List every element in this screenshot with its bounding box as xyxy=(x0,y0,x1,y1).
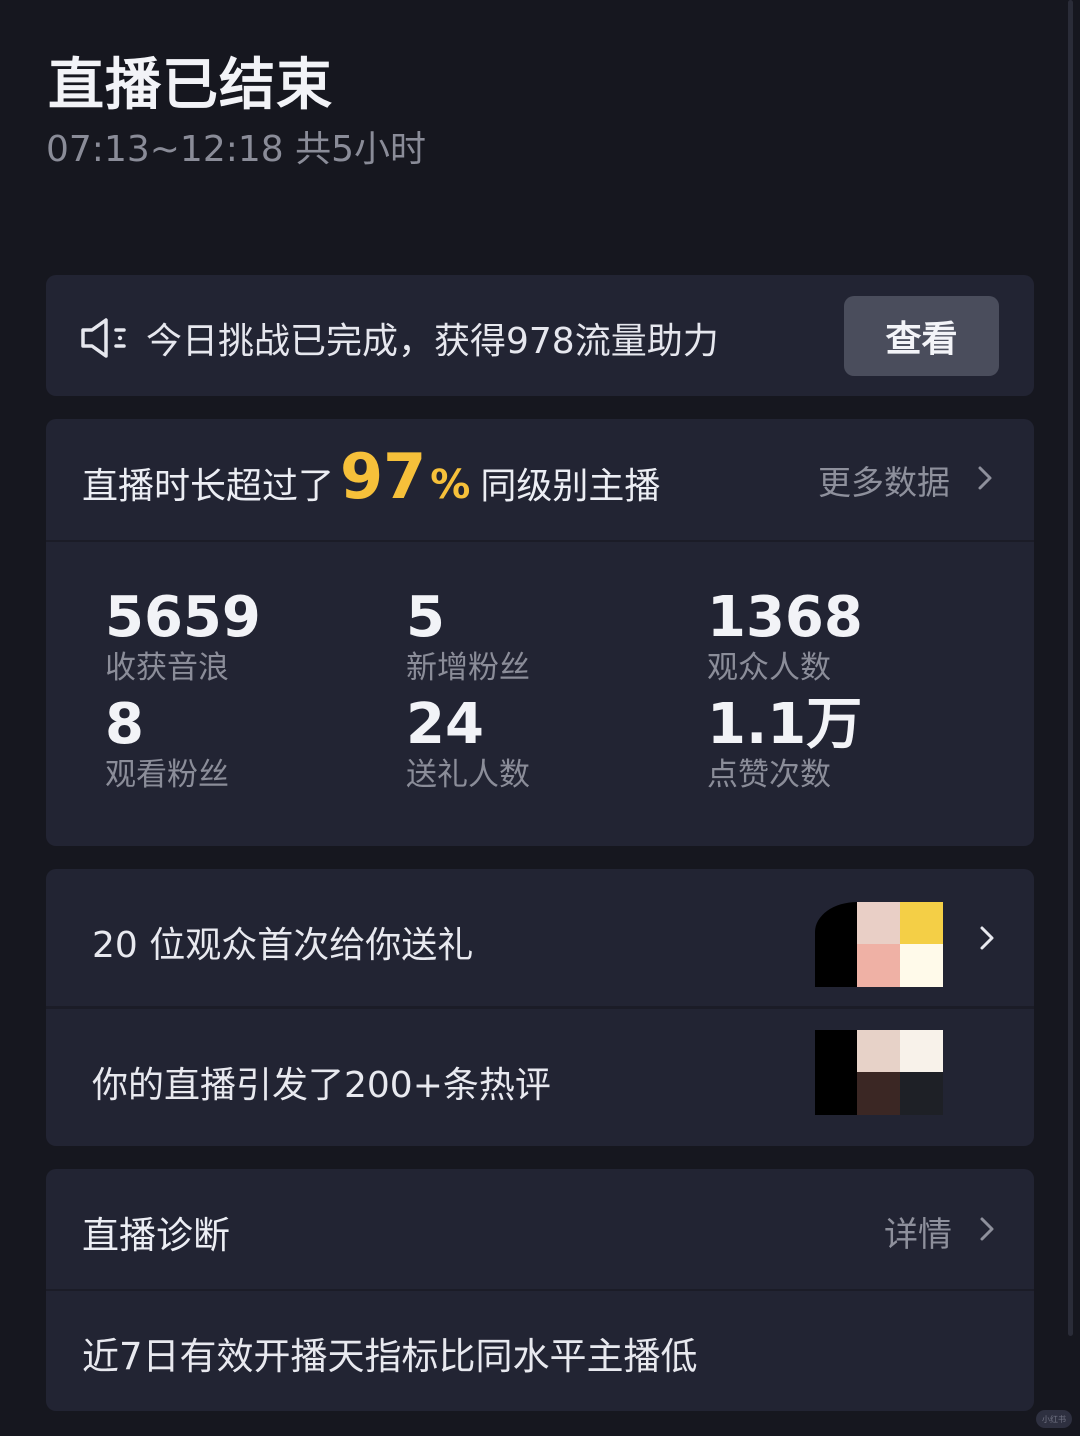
view-button[interactable]: 查看 xyxy=(844,296,999,376)
duration-comparison: 直播时长超过了 97 % 同级别主播 xyxy=(82,440,661,513)
stat-label: 观众人数 xyxy=(707,650,831,686)
live-time-range: 07:13~12:18 共5小时 xyxy=(46,129,427,170)
stat-label: 收获音浪 xyxy=(105,650,229,686)
divider xyxy=(46,1006,1034,1009)
page-title: 直播已结束 xyxy=(48,53,333,118)
stat-value: 8 xyxy=(105,692,144,757)
stat-value: 5 xyxy=(406,585,445,650)
chevron-right-icon[interactable] xyxy=(974,462,996,494)
diagnosis-message: 近7日有效开播天指标比同水平主播低 xyxy=(82,1335,698,1378)
divider xyxy=(46,540,1034,542)
speaker-icon xyxy=(81,318,126,358)
chevron-right-icon[interactable] xyxy=(976,1213,998,1245)
stat-likes: 1.1万 点赞次数 xyxy=(707,695,957,795)
stat-gift-senders: 24 送礼人数 xyxy=(406,695,656,795)
divider xyxy=(46,1289,1034,1291)
stat-label: 点赞次数 xyxy=(707,757,831,793)
stat-follower-views: 8 观看粉丝 xyxy=(105,695,355,795)
stat-value: 5659 xyxy=(105,585,261,650)
details-link[interactable]: 详情 xyxy=(884,1207,952,1256)
stat-new-followers: 5 新增粉丝 xyxy=(406,588,656,688)
scrollbar[interactable] xyxy=(1068,0,1073,1336)
stat-label: 新增粉丝 xyxy=(406,650,530,686)
stat-label: 送礼人数 xyxy=(406,757,530,793)
comparison-suffix: 同级别主播 xyxy=(480,466,661,507)
stat-value: 1368 xyxy=(707,585,863,650)
stat-value: 24 xyxy=(406,692,484,757)
stat-value: 1.1万 xyxy=(707,692,863,757)
stat-viewers: 1368 观众人数 xyxy=(707,588,957,688)
stat-label: 观看粉丝 xyxy=(105,757,229,793)
chevron-right-icon[interactable] xyxy=(976,922,998,954)
stat-sound-waves: 5659 收获音浪 xyxy=(105,588,355,688)
comment-avatars xyxy=(815,1030,943,1115)
challenge-message: 今日挑战已完成，获得978流量助力 xyxy=(146,321,719,362)
first-gift-row[interactable]: 20 位观众首次给你送礼 xyxy=(92,916,473,968)
comparison-percent-sign: % xyxy=(430,462,471,508)
watermark: 小红书 xyxy=(1036,1410,1072,1428)
comparison-percent: 97 xyxy=(340,440,427,513)
comparison-prefix: 直播时长超过了 xyxy=(82,466,335,507)
gift-avatars xyxy=(815,902,943,987)
diagnosis-title: 直播诊断 xyxy=(82,1214,230,1257)
more-data-link[interactable]: 更多数据 xyxy=(818,456,950,504)
hot-comments-row[interactable]: 你的直播引发了200+条热评 xyxy=(92,1056,551,1108)
